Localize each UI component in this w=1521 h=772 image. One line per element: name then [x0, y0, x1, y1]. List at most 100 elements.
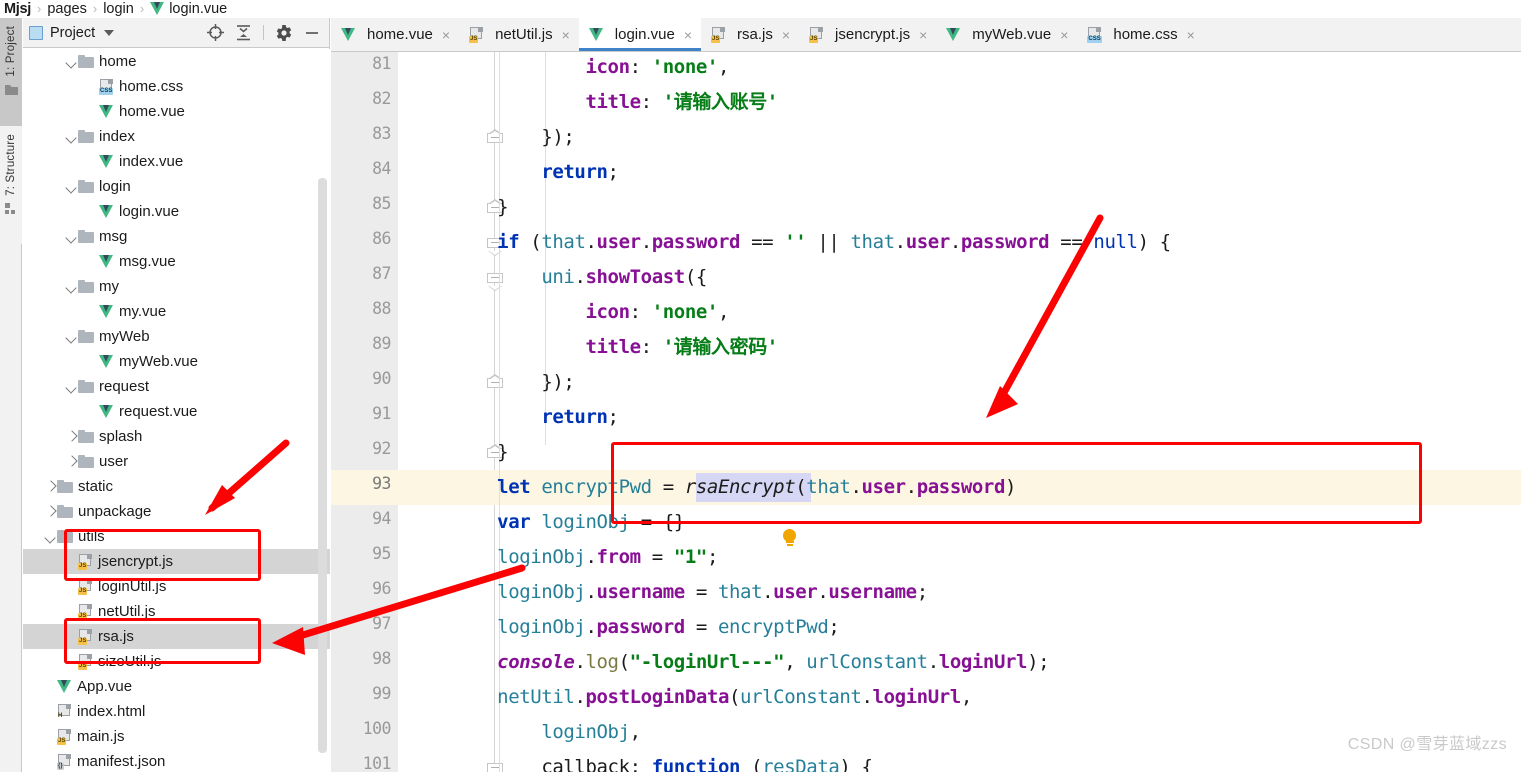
code-line[interactable]: var loginObj = {} [453, 505, 685, 540]
tree-row[interactable]: unpackage [23, 499, 330, 524]
tree-row[interactable]: login [23, 174, 330, 199]
chevron-down-icon[interactable] [65, 55, 78, 68]
code-line[interactable]: let encryptPwd = rsaEncrypt(that.user.pa… [453, 470, 1016, 505]
code-line[interactable]: icon: 'none', [453, 295, 729, 330]
code-line[interactable]: if (that.user.password == '' || that.use… [453, 225, 1171, 260]
tree-row[interactable]: myWeb [23, 324, 330, 349]
tree-row[interactable]: {} manifest.json [23, 749, 330, 772]
code-line[interactable]: }); [453, 365, 575, 400]
tree-row[interactable]: utils [23, 524, 330, 549]
code-line[interactable]: loginObj, [453, 715, 641, 750]
code-folding-gutter[interactable] [398, 52, 503, 772]
editor-tab-login-vue[interactable]: login.vue × [578, 18, 702, 51]
close-icon[interactable]: × [562, 27, 570, 43]
tree-row-label: user [99, 453, 129, 470]
code-line[interactable]: console.log("-loginUrl---", urlConstant.… [453, 645, 1049, 680]
code-line[interactable]: netUtil.postLoginData(urlConstant.loginU… [453, 680, 972, 715]
chevron-down-icon[interactable] [65, 130, 78, 143]
editor-tab-bar[interactable]: home.vue × JS netUtil.js × login.vue × JS rsa.js… [331, 18, 1521, 52]
tree-row[interactable]: index.vue [23, 149, 330, 174]
code-line[interactable]: } [453, 190, 508, 225]
close-icon[interactable]: × [684, 27, 692, 43]
tree-row[interactable]: request.vue [23, 399, 330, 424]
code-line[interactable]: icon: 'none', [453, 52, 729, 85]
close-icon[interactable]: × [1060, 27, 1068, 43]
chevron-right-icon[interactable] [44, 505, 57, 518]
close-icon[interactable]: × [1187, 27, 1195, 43]
tree-row-label: splash [99, 428, 143, 445]
breadcrumb-item-login[interactable]: login [103, 1, 134, 17]
tree-row[interactable]: home.vue [23, 99, 330, 124]
tree-row[interactable]: static [23, 474, 330, 499]
tree-row[interactable]: JS sizeUtil.js [23, 649, 330, 674]
editor-tab-myWeb-vue[interactable]: myWeb.vue × [936, 18, 1077, 51]
chevron-down-icon[interactable] [65, 280, 78, 293]
tree-row[interactable]: home [23, 49, 330, 74]
breadcrumb-separator: › [92, 1, 98, 16]
tree-row[interactable]: CSS home.css [23, 74, 330, 99]
vue-file-icon [588, 28, 604, 41]
tree-row[interactable]: index [23, 124, 330, 149]
code-line[interactable]: loginObj.password = encryptPwd; [453, 610, 840, 645]
code-line[interactable]: title: '请输入密码' [453, 330, 778, 365]
tree-row[interactable]: request [23, 374, 330, 399]
chevron-down-icon[interactable] [104, 29, 115, 36]
editor-tab-home-vue[interactable]: home.vue × [331, 18, 459, 51]
breadcrumb-item-project[interactable]: Mjsj [4, 1, 31, 17]
tree-row[interactable]: user [23, 449, 330, 474]
tree-row[interactable]: login.vue [23, 199, 330, 224]
code-line[interactable]: uni.showToast({ [453, 260, 707, 295]
chevron-down-icon[interactable] [65, 230, 78, 243]
chevron-down-icon[interactable] [65, 180, 78, 193]
tree-row[interactable]: myWeb.vue [23, 349, 330, 374]
code-line[interactable]: loginObj.username = that.user.username; [453, 575, 928, 610]
chevron-down-icon[interactable] [65, 330, 78, 343]
close-icon[interactable]: × [919, 27, 927, 43]
collapse-all-icon[interactable] [236, 24, 251, 41]
editor-tab-jsencrypt-js[interactable]: JS jsencrypt.js × [799, 18, 936, 51]
code-line[interactable]: return; [453, 400, 619, 435]
code-content[interactable]: icon: 'none', title: '请输入账号' }); return;… [453, 52, 1521, 772]
tree-row[interactable]: JS jsencrypt.js [23, 549, 330, 574]
tree-row[interactable]: my [23, 274, 330, 299]
code-line[interactable]: } [453, 435, 508, 470]
sidebar-item-structure[interactable]: 7: Structure [0, 126, 22, 244]
tree-row[interactable]: JS netUtil.js [23, 599, 330, 624]
breadcrumb-item-file[interactable]: login.vue [169, 1, 227, 17]
breadcrumb-item-pages[interactable]: pages [47, 1, 87, 17]
tree-row[interactable]: JS rsa.js [23, 624, 330, 649]
editor-tab-rsa-js[interactable]: JS rsa.js × [701, 18, 799, 51]
tree-row[interactable]: JS loginUtil.js [23, 574, 330, 599]
close-icon[interactable]: × [442, 27, 450, 43]
code-line[interactable]: loginObj.from = "1"; [453, 540, 718, 575]
tree-row[interactable]: my.vue [23, 299, 330, 324]
code-line[interactable]: title: '请输入账号' [453, 85, 778, 120]
code-line[interactable]: callback: function (resData) { [453, 750, 873, 772]
tree-row[interactable]: splash [23, 424, 330, 449]
code-line[interactable]: }); [453, 120, 575, 155]
chevron-right-icon[interactable] [65, 455, 78, 468]
hide-panel-icon[interactable] [304, 25, 320, 41]
chevron-down-icon[interactable] [44, 530, 57, 543]
tree-scrollbar[interactable] [318, 178, 327, 753]
chevron-down-icon[interactable] [65, 380, 78, 393]
project-file-tree[interactable]: home CSS home.css home.vue index index.vue log… [23, 49, 330, 772]
editor-tab-home-css[interactable]: CSS home.css × [1077, 18, 1203, 51]
tree-row[interactable]: JS main.js [23, 724, 330, 749]
vue-file-icon [57, 680, 72, 693]
tree-row[interactable]: Hindex.html [23, 699, 330, 724]
settings-gear-icon[interactable] [276, 24, 292, 41]
tree-row[interactable]: App.vue [23, 674, 330, 699]
code-editor[interactable]: 81 82 83 84 85 86 87 88 89 90 91 92 93 94 95 96 97 98 99 10… [331, 52, 1521, 772]
code-line[interactable]: return; [453, 155, 619, 190]
chevron-right-icon[interactable] [44, 480, 57, 493]
locate-icon[interactable] [207, 24, 224, 41]
sidebar-item-project[interactable]: 1: Project [0, 18, 22, 126]
close-icon[interactable]: × [782, 27, 790, 43]
editor-tab-netUtil-js[interactable]: JS netUtil.js × [459, 18, 579, 51]
tree-row[interactable]: msg.vue [23, 249, 330, 274]
tree-row[interactable]: msg [23, 224, 330, 249]
chevron-right-icon[interactable] [65, 430, 78, 443]
